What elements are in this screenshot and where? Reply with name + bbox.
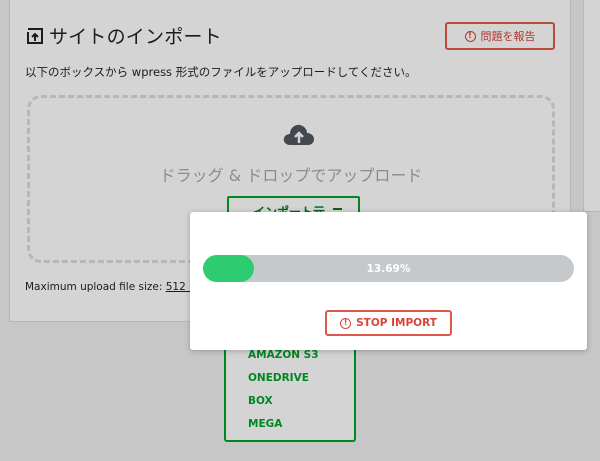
alert-circle-icon: !	[340, 317, 352, 329]
progress-bar: 13.69%	[203, 255, 574, 282]
import-progress-modal: 13.69% ! STOP IMPORT	[190, 212, 587, 350]
progress-percent-text: 13.69%	[366, 262, 411, 275]
stop-import-button[interactable]: ! STOP IMPORT	[325, 310, 452, 336]
stop-import-label: STOP IMPORT	[356, 317, 437, 329]
